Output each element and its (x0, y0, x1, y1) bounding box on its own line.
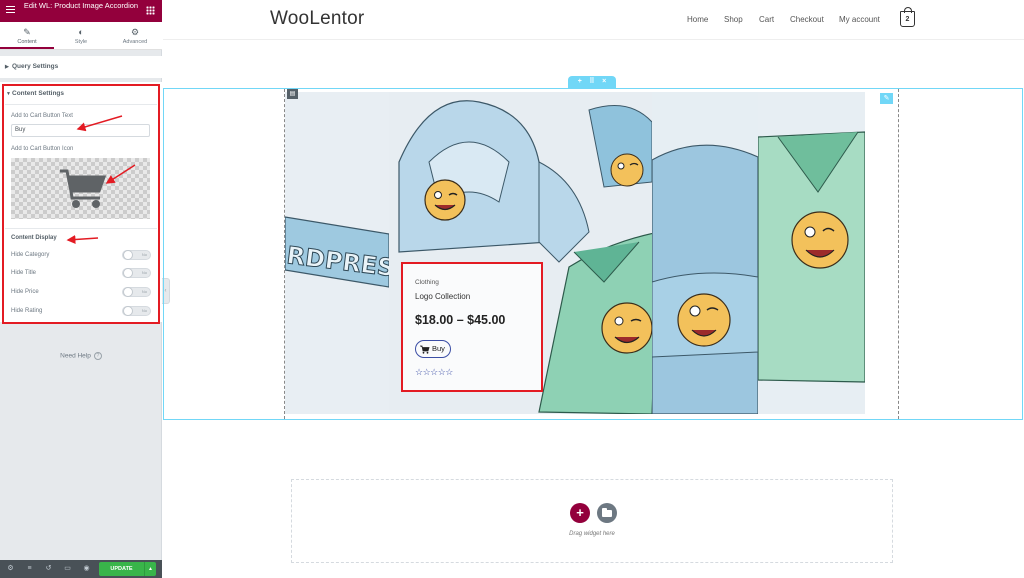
responsive-icon[interactable]: ▭ (63, 564, 72, 573)
need-help-link[interactable]: Need Help? (0, 352, 162, 360)
accordion-panel[interactable]: RDPRESS (285, 92, 389, 414)
arrow-to-content-display (66, 235, 99, 244)
rating-stars: ☆☆☆☆☆ (415, 367, 453, 377)
product-category[interactable]: Clothing (415, 279, 439, 286)
nav-cart[interactable]: Cart (759, 15, 774, 24)
template-library-icon[interactable] (597, 503, 617, 523)
panel-footer: ⚙ ≡ ↺ ▭ ◉ UPDATE ▲ (0, 560, 162, 578)
add-section-icon[interactable]: + (578, 76, 582, 88)
need-help-label: Need Help (60, 352, 91, 360)
navigator-icon[interactable]: ≡ (25, 564, 34, 573)
add-new-section-icon[interactable]: + (570, 503, 590, 523)
arrow-to-cart-icon (105, 164, 136, 184)
arrow-to-cart-text (76, 115, 123, 132)
history-icon[interactable]: ↺ (44, 564, 53, 573)
product-title[interactable]: Logo Collection (415, 292, 470, 301)
drop-zone-hint: Drag widget here (569, 531, 615, 537)
product-image (758, 92, 865, 414)
accordion-panel[interactable] (652, 92, 758, 414)
add-to-cart-button[interactable]: Buy (415, 340, 451, 358)
product-price: $18.00 – $45.00 (415, 313, 506, 327)
product-image (652, 92, 758, 414)
close-section-icon[interactable]: × (602, 76, 606, 88)
nav-checkout[interactable]: Checkout (790, 15, 824, 24)
add-section-area (291, 479, 893, 563)
accordion-panel[interactable] (758, 92, 865, 414)
nav-shop[interactable]: Shop (724, 15, 743, 24)
question-icon: ? (93, 352, 102, 360)
shopping-cart-icon (420, 344, 430, 359)
drag-section-icon[interactable]: ⠿ (589, 76, 594, 88)
editor-panel: Edit WL: Product Image Accordion ✎ Conte… (0, 0, 162, 578)
nav-home[interactable]: Home (687, 15, 708, 24)
settings-icon[interactable]: ⚙ (6, 564, 15, 573)
update-options-icon[interactable]: ▲ (144, 562, 156, 576)
product-image-accordion: RDPRESS (285, 92, 865, 414)
elementor-editor: Edit WL: Product Image Accordion ✎ Conte… (0, 0, 1024, 578)
product-image: RDPRESS (285, 92, 389, 414)
column-handle-icon[interactable]: ▤ (287, 89, 298, 99)
cart-bag-icon[interactable]: 2 (900, 7, 915, 27)
site-logo[interactable]: WooLentor (270, 8, 364, 30)
section-handle[interactable]: + ⠿ × (568, 76, 616, 88)
annotation-arrows (66, 115, 136, 244)
add-to-cart-label: Buy (432, 344, 445, 353)
nav-my-account[interactable]: My account (839, 15, 880, 24)
update-button[interactable]: UPDATE (99, 562, 144, 576)
preview-eye-icon[interactable]: ◉ (82, 564, 91, 573)
edit-widget-icon[interactable]: ✎ (880, 93, 893, 104)
